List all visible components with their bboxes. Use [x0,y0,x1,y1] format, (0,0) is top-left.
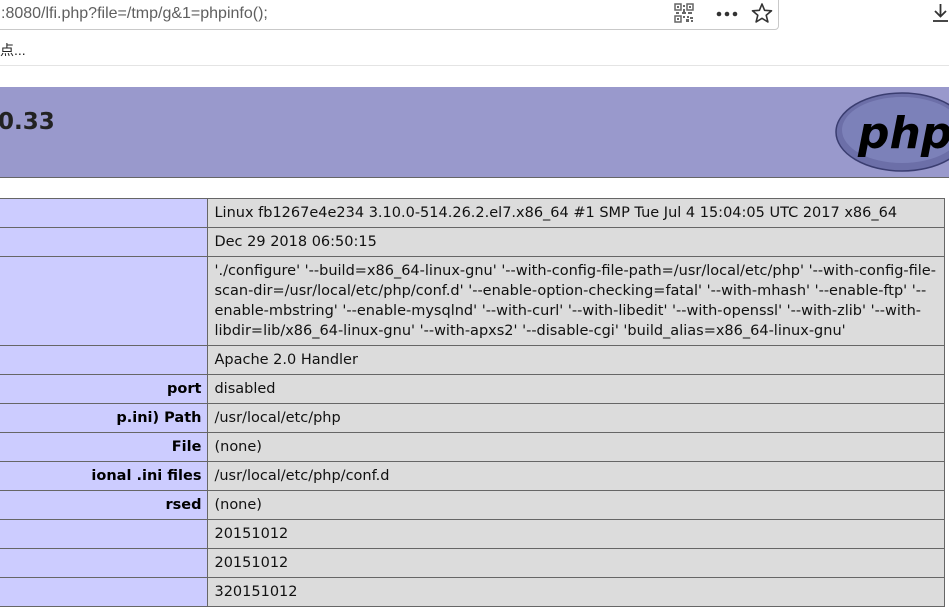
row-value: disabled [207,374,945,404]
table-row: 320151012 [0,577,945,607]
table-row: 20151012 [0,519,945,549]
phpinfo-table: Linux fb1267e4e234 3.10.0-514.26.2.el7.x… [0,198,945,607]
row-label [0,256,209,346]
phpinfo-header: 0.33 php [0,87,949,178]
row-value: Apache 2.0 Handler [207,345,945,375]
row-value: 20151012 [207,548,945,578]
more-actions-icon[interactable] [716,11,738,17]
php-version-title: 0.33 [0,109,55,135]
row-label [0,548,209,578]
row-value: /usr/local/etc/php [207,403,945,433]
row-label: p.ini) Path [0,403,209,433]
row-label: rsed [0,490,209,520]
qr-code-icon[interactable] [674,3,694,23]
chrome-divider [0,65,949,66]
row-label: port [0,374,209,404]
row-value: Dec 29 2018 06:50:15 [207,227,945,257]
row-value: 20151012 [207,519,945,549]
table-row: port disabled [0,374,945,404]
url-text[interactable]: :8080/lfi.php?file=/tmp/g&1=phpinfo(); [1,5,268,23]
bookmarks-bar: 点... [0,40,26,64]
table-row: Linux fb1267e4e234 3.10.0-514.26.2.el7.x… [0,198,945,228]
row-value: 320151012 [207,577,945,607]
table-row: File (none) [0,432,945,462]
row-label [0,345,209,375]
row-label [0,519,209,549]
row-value: './configure' '--build=x86_64-linux-gnu'… [207,256,945,346]
row-value: /usr/local/etc/php/conf.d [207,461,945,491]
table-row: Dec 29 2018 06:50:15 [0,227,945,257]
row-label: ional .ini files [0,461,209,491]
row-value: (none) [207,432,945,462]
row-label: File [0,432,209,462]
table-row: ional .ini files/usr/local/etc/php/conf.… [0,461,945,491]
table-row: './configure' '--build=x86_64-linux-gnu'… [0,256,945,346]
table-row: p.ini) Path/usr/local/etc/php [0,403,945,433]
php-logo: php [835,92,949,172]
row-value: (none) [207,490,945,520]
bookmark-item[interactable]: 点... [0,42,26,58]
table-row: Apache 2.0 Handler [0,345,945,375]
row-label [0,227,209,257]
download-icon[interactable] [932,3,949,23]
table-row: 20151012 [0,548,945,578]
table-row: rsed (none) [0,490,945,520]
row-label [0,198,209,228]
svg-text:php: php [857,108,949,159]
address-bar[interactable]: :8080/lfi.php?file=/tmp/g&1=phpinfo(); [0,0,779,30]
row-label [0,577,209,607]
bookmark-star-icon[interactable] [751,2,773,24]
row-value: Linux fb1267e4e234 3.10.0-514.26.2.el7.x… [207,198,945,228]
